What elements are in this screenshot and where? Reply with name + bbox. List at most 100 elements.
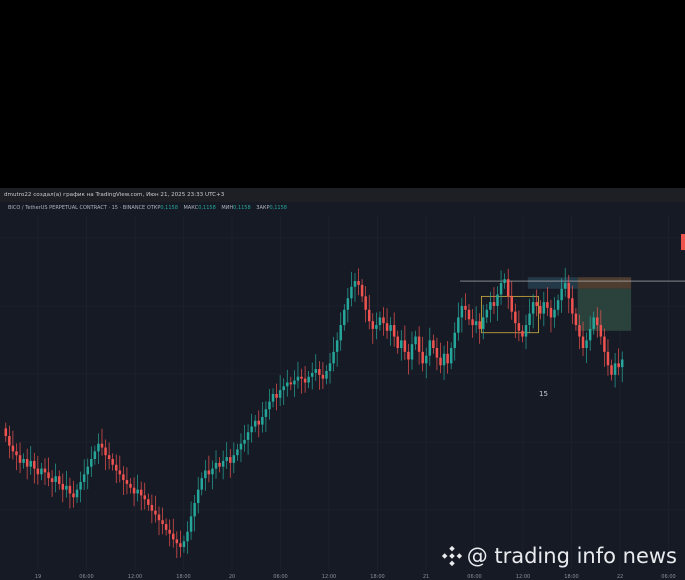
candle-body bbox=[318, 369, 321, 375]
candle-body bbox=[47, 472, 50, 479]
candle-body bbox=[353, 281, 357, 287]
candle-body bbox=[314, 369, 318, 373]
candle-body bbox=[428, 340, 432, 356]
candle-body bbox=[485, 309, 489, 318]
candle-body bbox=[268, 401, 271, 410]
candle-body bbox=[578, 325, 581, 337]
candle-body bbox=[221, 460, 225, 467]
candle-body bbox=[29, 460, 32, 467]
candle-body bbox=[43, 468, 47, 473]
candle-body bbox=[574, 313, 578, 326]
candle-body bbox=[282, 386, 285, 391]
candle-body bbox=[424, 355, 428, 364]
candle-body bbox=[310, 372, 314, 377]
x-tick-label: 20 bbox=[229, 574, 235, 580]
candle-body bbox=[325, 370, 328, 379]
candle-body bbox=[257, 420, 261, 425]
candle-body bbox=[474, 321, 478, 326]
x-tick-label: 06:00 bbox=[661, 574, 675, 580]
candle-body bbox=[289, 382, 293, 385]
candle-body bbox=[464, 305, 467, 310]
candle-body bbox=[439, 357, 442, 366]
candle-body bbox=[286, 382, 289, 387]
candle-body bbox=[189, 516, 193, 532]
candle-body bbox=[339, 325, 342, 341]
candle-body bbox=[535, 302, 538, 306]
candle-body bbox=[136, 489, 139, 494]
candle-body bbox=[489, 302, 492, 310]
candle-body bbox=[482, 317, 485, 329]
price-chart[interactable]: 19 06:00 12:00 18:00 20 06:00 12:00 18:00 21 06:0… bbox=[0, 202, 685, 580]
candle-body bbox=[214, 462, 218, 469]
candle-body bbox=[585, 340, 588, 349]
candle-body bbox=[417, 336, 421, 352]
candle-body bbox=[15, 451, 18, 456]
close-value: 0,1158 bbox=[269, 205, 287, 211]
candle-body bbox=[596, 317, 599, 326]
candle-body bbox=[261, 416, 264, 425]
candle-body bbox=[122, 474, 125, 481]
candle-body bbox=[4, 428, 8, 437]
candle-body bbox=[193, 503, 196, 517]
candle-body bbox=[620, 359, 624, 368]
header-text: dmutro22 создал(а) график на TradingView… bbox=[4, 192, 225, 198]
candle-body bbox=[449, 348, 453, 364]
candle-body bbox=[389, 325, 392, 331]
candle-body bbox=[161, 520, 164, 525]
candle-body bbox=[129, 483, 132, 488]
candle-body bbox=[414, 336, 417, 345]
candle-body bbox=[182, 541, 186, 548]
candle-body bbox=[432, 340, 435, 349]
candle-body bbox=[111, 459, 114, 465]
candle-body bbox=[154, 510, 157, 515]
candle-body bbox=[79, 481, 82, 490]
chart-area[interactable]: 19 06:00 12:00 18:00 20 06:00 12:00 18:00 21 06:0… bbox=[0, 202, 685, 580]
candle-body bbox=[328, 363, 332, 371]
candle-body bbox=[143, 495, 146, 500]
candle-body bbox=[410, 344, 414, 360]
entry-zone bbox=[527, 277, 578, 289]
candle-body bbox=[175, 539, 179, 544]
candle-body bbox=[435, 348, 439, 358]
x-tick-label: 06:00 bbox=[79, 574, 93, 580]
x-tick-label: 21 bbox=[423, 574, 429, 580]
candle-body bbox=[90, 459, 93, 467]
candle-body bbox=[403, 340, 407, 352]
candle-body bbox=[453, 332, 456, 349]
candle-body bbox=[68, 485, 72, 494]
candle-body bbox=[86, 466, 89, 475]
x-tick-label: 22 bbox=[617, 574, 623, 580]
candle-body bbox=[232, 455, 236, 463]
candle-body bbox=[104, 447, 107, 456]
candle-body bbox=[360, 284, 364, 297]
candle-body bbox=[211, 468, 214, 475]
candle-body bbox=[8, 436, 11, 446]
candle-body bbox=[22, 459, 25, 463]
price-marker bbox=[681, 234, 685, 250]
x-tick-label: 06:00 bbox=[273, 574, 287, 580]
candle-body bbox=[542, 302, 546, 314]
candle-body bbox=[172, 533, 175, 540]
x-tick-label: 06:00 bbox=[467, 574, 481, 580]
candle-body bbox=[510, 296, 514, 312]
candle-body bbox=[567, 282, 571, 299]
low-label: МИН bbox=[221, 205, 234, 211]
candle-body bbox=[378, 317, 382, 326]
candle-body bbox=[521, 330, 524, 337]
candle-body bbox=[11, 445, 15, 452]
candle-body bbox=[300, 376, 303, 379]
candle-body bbox=[350, 286, 353, 299]
x-tick-label: 18:00 bbox=[370, 574, 384, 580]
x-tick-label: 18:00 bbox=[564, 574, 578, 580]
candle-body bbox=[588, 328, 592, 341]
candle-body bbox=[218, 462, 221, 467]
candle-body bbox=[25, 459, 29, 467]
candle-body bbox=[250, 426, 253, 433]
candle-body bbox=[503, 279, 506, 283]
candle-body bbox=[499, 282, 503, 295]
candle-body bbox=[186, 531, 189, 542]
candle-body bbox=[93, 451, 97, 460]
candle-body bbox=[421, 351, 424, 364]
candle-body bbox=[457, 317, 460, 333]
candle-body bbox=[100, 443, 104, 448]
